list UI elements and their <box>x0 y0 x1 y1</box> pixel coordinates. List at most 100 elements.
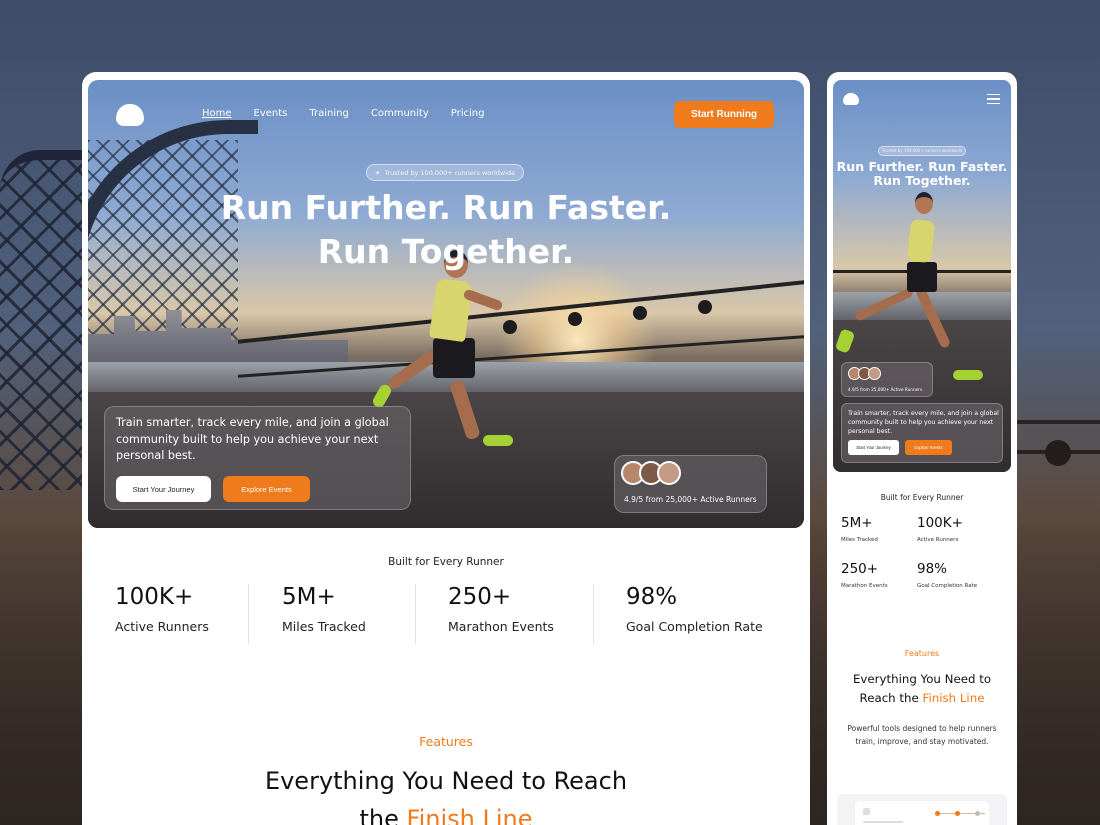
mobile-hero-headline-line2: Run Together. <box>873 173 971 188</box>
preview-line <box>863 821 903 823</box>
stat-item: 5M+ Miles Tracked <box>282 584 366 634</box>
nav-link-community[interactable]: Community <box>371 108 429 119</box>
nav-links: Home Events Training Community Pricing <box>202 108 484 119</box>
features-title-line2: the Finish Line <box>82 800 810 825</box>
hero-headline: Run Further. Run Faster. Run Together. <box>88 186 804 274</box>
stat-label: Miles Tracked <box>841 537 878 543</box>
preview-card <box>855 801 989 825</box>
stat-value: 100K+ <box>115 584 194 610</box>
railing-knob <box>698 300 712 314</box>
runner-shoe <box>483 435 513 446</box>
stat-label: Active Runners <box>115 619 209 634</box>
stat-value: 100K+ <box>917 515 963 531</box>
mobile-mockup: Trusted by 100,000+ runners worldwide Ru… <box>827 72 1017 825</box>
desktop-mockup: Home Events Training Community Pricing S… <box>82 72 810 825</box>
mobile-features-title-text: Reach the <box>859 691 919 705</box>
stat-divider <box>415 584 416 644</box>
explore-events-button[interactable]: Explore Events <box>223 476 310 502</box>
top-nav: Home Events Training Community Pricing S… <box>88 80 804 150</box>
stat-divider <box>593 584 594 644</box>
rating-text: 4.9/5 from 25,000+ Active Runners <box>624 495 757 504</box>
mobile-rating-text: 4.9/5 from 25,000+ Active Runners <box>848 387 923 392</box>
runner-torso <box>906 218 936 264</box>
menu-icon[interactable] <box>987 94 1000 104</box>
hero-description: Train smarter, track every mile, and joi… <box>116 416 389 462</box>
stat-item: 100K+ Active Runners <box>115 584 209 634</box>
nav-link-events[interactable]: Events <box>254 108 288 119</box>
nav-link-training[interactable]: Training <box>309 108 348 119</box>
mobile-start-journey-button[interactable]: Start Your Journey <box>848 440 899 455</box>
background-bridge <box>0 150 90 490</box>
mobile-explore-events-button[interactable]: Explore Events <box>905 440 952 455</box>
runner-shorts <box>907 262 937 292</box>
features-title-text: the <box>359 805 399 825</box>
hero-headline-line2: Run Together. <box>317 232 575 271</box>
start-running-button[interactable]: Start Running <box>674 101 774 128</box>
nav-link-pricing[interactable]: Pricing <box>451 108 485 119</box>
stat-value: 250+ <box>841 561 879 577</box>
features-title: Everything You Need to Reach the Finish … <box>82 762 810 825</box>
cloud-logo-icon[interactable] <box>116 104 144 126</box>
mobile-stat-item: 250+ Marathon Events <box>841 561 888 589</box>
stat-value: 98% <box>626 584 678 610</box>
stat-item: 250+ Marathon Events <box>448 584 554 634</box>
preview-icon <box>863 808 870 815</box>
hero-description-card: Train smarter, track every mile, and joi… <box>104 406 411 510</box>
mobile-hero-headline-line1: Run Further. Run Faster. <box>836 159 1008 174</box>
stat-divider <box>248 584 249 644</box>
features-tag: Features <box>419 734 473 749</box>
mobile-hero-headline: Run Further. Run Faster. Run Together. <box>833 160 1011 188</box>
runner-torso <box>428 277 474 343</box>
stat-value: 5M+ <box>282 584 336 610</box>
mobile-stat-item: 100K+ Active Runners <box>917 515 963 543</box>
stat-value: 5M+ <box>841 515 873 531</box>
trust-badge-text: Trusted by 100,000+ runners worldwide <box>384 168 516 177</box>
sparkle-icon: ✦ <box>375 168 381 177</box>
stat-item: 98% Goal Completion Rate <box>626 584 763 634</box>
stat-label: Marathon Events <box>448 619 554 634</box>
stat-value: 250+ <box>448 584 512 610</box>
avatar <box>657 461 681 485</box>
mobile-hero-description: Train smarter, track every mile, and joi… <box>848 410 999 435</box>
preview-dot <box>955 811 960 816</box>
mobile-feature-preview <box>837 794 1007 825</box>
stat-label: Goal Completion Rate <box>917 583 978 589</box>
rating-card: 4.9/5 from 25,000+ Active Runners <box>614 455 767 513</box>
mobile-stats-title: Built for Every Runner <box>880 493 964 502</box>
trust-badge: ✦ Trusted by 100,000+ runners worldwide <box>366 164 525 181</box>
stat-value: 98% <box>917 561 948 577</box>
runner-head <box>915 192 933 214</box>
preview-dot <box>975 811 980 816</box>
cloud-logo-icon[interactable] <box>843 93 859 105</box>
hero-headline-line1: Run Further. Run Faster. <box>220 188 672 227</box>
background-railing <box>1010 420 1100 424</box>
mobile-features-tag: Features <box>904 649 940 658</box>
stat-label: Goal Completion Rate <box>626 619 763 634</box>
railing-knob <box>568 312 582 326</box>
runner-shoe <box>953 370 983 380</box>
mobile-features-title-line1: Everything You Need to <box>852 672 992 686</box>
mobile-features-description: Powerful tools designed to help runners … <box>847 724 997 746</box>
mobile-stat-item: 5M+ Miles Tracked <box>841 515 878 543</box>
runner-shorts <box>433 338 475 378</box>
hero-section: Home Events Training Community Pricing S… <box>88 80 804 528</box>
mobile-hero-section: Trusted by 100,000+ runners worldwide Ru… <box>833 80 1011 472</box>
stat-label: Marathon Events <box>841 583 888 589</box>
railing-knob <box>633 306 647 320</box>
avatar <box>868 367 881 380</box>
mobile-trust-badge: Trusted by 100,000+ runners worldwide <box>878 146 966 156</box>
mobile-features-title-highlight: Finish Line <box>922 691 985 705</box>
features-title-highlight: Finish Line <box>406 805 533 825</box>
mobile-features-title: Everything You Need to Reach the Finish … <box>827 670 1017 708</box>
railing-knob <box>503 320 517 334</box>
mobile-rating-card: 4.9/5 from 25,000+ Active Runners <box>841 362 933 397</box>
stat-label: Miles Tracked <box>282 619 366 634</box>
preview-dot <box>935 811 940 816</box>
mobile-features-title-line2: Reach the Finish Line <box>827 689 1017 708</box>
nav-link-home[interactable]: Home <box>202 108 232 119</box>
stat-label: Active Runners <box>917 537 959 543</box>
mobile-stat-item: 98% Goal Completion Rate <box>917 561 977 589</box>
start-journey-button[interactable]: Start Your Journey <box>116 476 211 502</box>
mobile-description-card: Train smarter, track every mile, and joi… <box>841 403 1003 463</box>
stats-title: Built for Every Runner <box>388 556 504 568</box>
